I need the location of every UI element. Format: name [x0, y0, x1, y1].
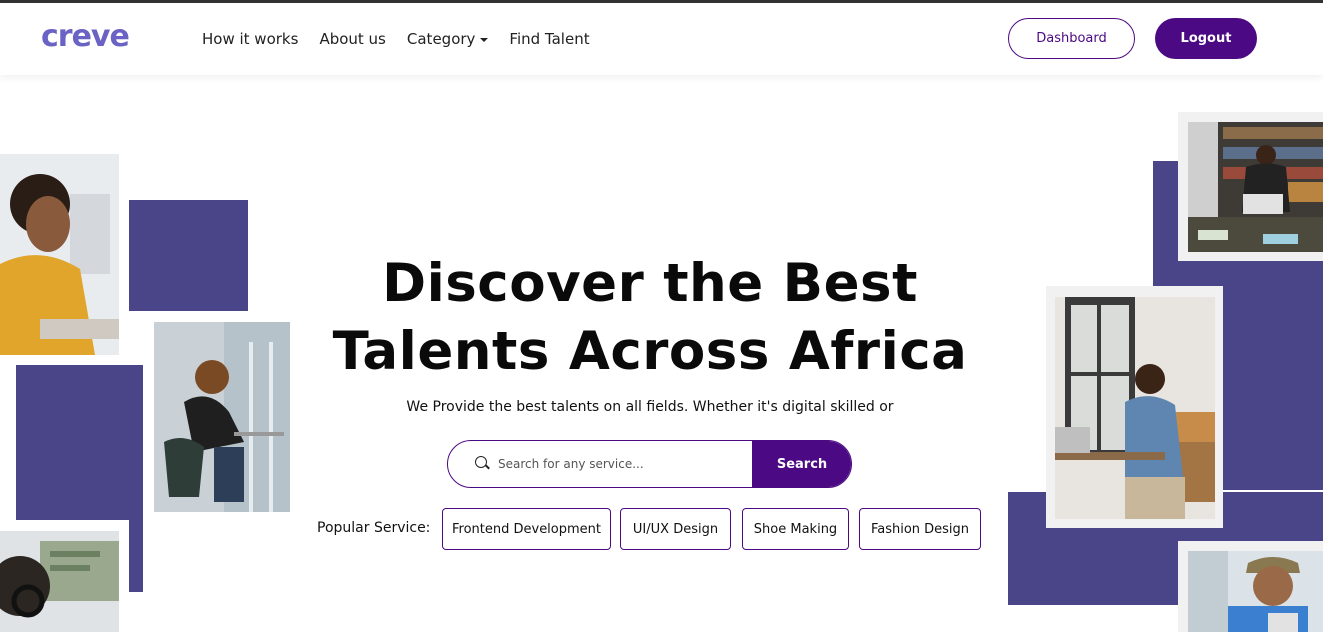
hero-title: Discover the Best Talents Across Africa: [300, 250, 1000, 386]
search-button[interactable]: Search: [752, 441, 851, 487]
decor-block-right-mid: [1222, 290, 1323, 490]
search-icon: [475, 456, 487, 468]
popular-service-label: Popular Service:: [317, 520, 431, 536]
nav-how-it-works[interactable]: How it works: [202, 30, 298, 48]
logout-button[interactable]: Logout: [1155, 18, 1257, 59]
decor-block-left-top: [129, 200, 248, 311]
decor-block-left-mid: [16, 365, 143, 520]
chip-frontend-development[interactable]: Frontend Development: [442, 508, 611, 550]
photo-woman-working: [154, 322, 290, 512]
nav-about-us[interactable]: About us: [319, 30, 385, 48]
nav-find-talent[interactable]: Find Talent: [509, 30, 589, 48]
chip-fashion-design[interactable]: Fashion Design: [859, 508, 981, 550]
photo-student-laptop: [0, 154, 119, 355]
creve-logo[interactable]: creve: [41, 19, 130, 54]
photo-woman-library: [1188, 122, 1323, 252]
chip-shoe-making[interactable]: Shoe Making: [742, 508, 849, 550]
hero-subtitle: We Provide the best talents on all field…: [406, 399, 894, 415]
service-search-bar: Search: [447, 440, 852, 488]
nav-category-label: Category: [406, 30, 476, 48]
hero-title-line-1: Discover the Best: [382, 253, 918, 314]
photo-woman-cap: [1188, 551, 1323, 632]
main-nav: How it works About us Category Find Tale…: [202, 30, 611, 48]
caret-down-icon: [480, 37, 489, 42]
hero-title-line-2: Talents Across Africa: [332, 321, 968, 382]
search-input[interactable]: [498, 441, 748, 487]
dashboard-button[interactable]: Dashboard: [1008, 18, 1135, 59]
photo-man-headphones: [0, 531, 119, 632]
photo-man-desk: [1055, 297, 1215, 519]
decor-block-left-bottom: [129, 500, 143, 592]
navbar: creve How it works About us Category Fin…: [0, 3, 1323, 75]
nav-category-dropdown[interactable]: Category: [407, 30, 489, 48]
chip-ui-ux-design[interactable]: UI/UX Design: [620, 508, 731, 550]
